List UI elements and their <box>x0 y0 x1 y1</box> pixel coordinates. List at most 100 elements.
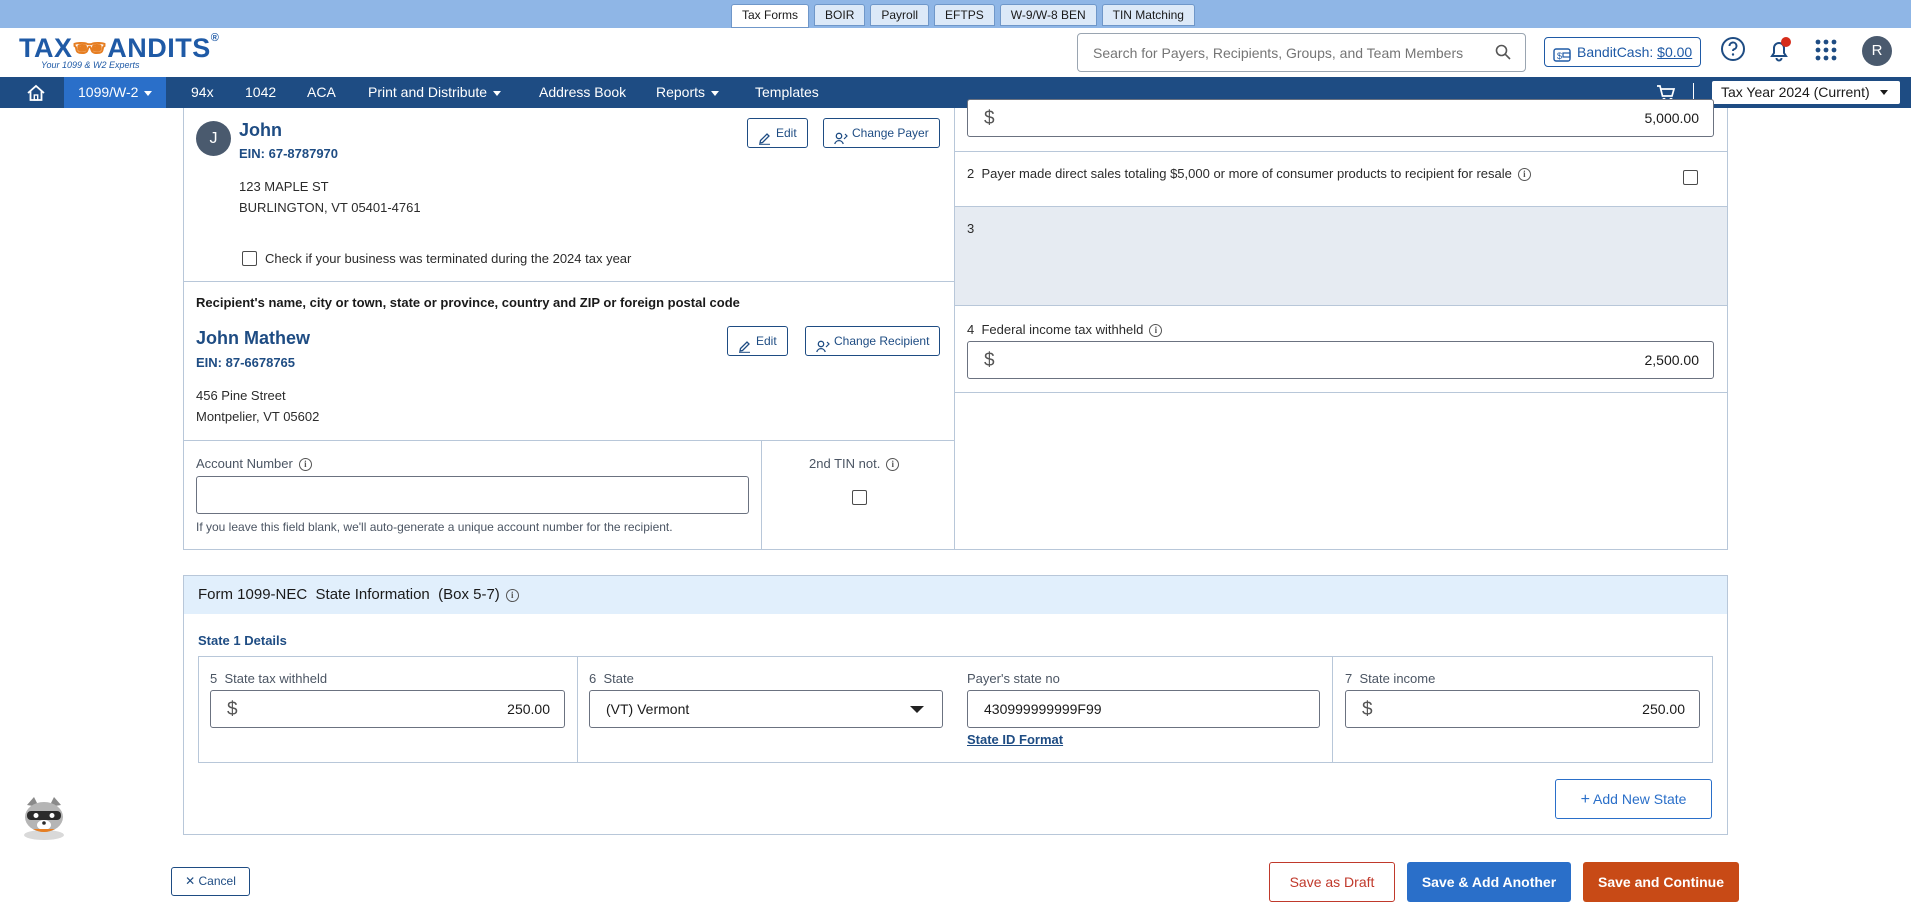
box7-number: 7 <box>1345 671 1353 686</box>
user-switch-icon <box>834 127 848 155</box>
box5-label: 5 State tax withheld <box>210 671 327 686</box>
business-terminated-checkbox[interactable] <box>242 251 257 266</box>
payer-name: John <box>239 120 282 140</box>
help-icon[interactable] <box>1720 36 1746 65</box>
tab-w9-w8ben[interactable]: W-9/W-8 BEN <box>999 4 1097 26</box>
nav-1099-w2-label: 1099/W-2 <box>78 84 139 100</box>
bandit-mascot-icon[interactable] <box>19 795 69 841</box>
payer-avatar: J <box>196 121 231 156</box>
box2-checkbox[interactable] <box>1683 170 1698 185</box>
divider <box>955 206 1727 207</box>
box4-label-text: Federal income tax withheld <box>981 322 1144 337</box>
product-tabs: Tax Forms BOIR Payroll EFTPS W-9/W-8 BEN… <box>731 4 1195 28</box>
edit-recipient-button[interactable]: Edit <box>727 326 788 356</box>
nav-94x[interactable]: 94x <box>191 77 214 108</box>
account-number-label-text: Account Number <box>196 456 293 471</box>
nav-1042[interactable]: 1042 <box>245 77 276 108</box>
state-tax-withheld-field[interactable]: $ 250.00 <box>210 690 565 728</box>
nav-address-book[interactable]: Address Book <box>539 77 626 108</box>
info-icon[interactable]: i <box>886 458 900 472</box>
apps-grid-icon[interactable] <box>1815 39 1837 64</box>
plus-icon: + <box>1580 791 1590 808</box>
business-terminated-label: Check if your business was terminated du… <box>265 251 632 266</box>
currency-symbol: $ <box>227 699 238 720</box>
info-icon[interactable]: i <box>298 458 312 472</box>
account-number-label: Account Number i <box>196 456 312 472</box>
nav-reports[interactable]: Reports <box>656 77 720 108</box>
home-icon[interactable] <box>26 84 46 102</box>
currency-symbol: $ <box>984 350 995 371</box>
divider <box>1332 656 1333 763</box>
info-icon[interactable]: i <box>1517 168 1531 182</box>
box2-number: 2 <box>967 166 975 181</box>
taxbandits-logo[interactable]: TAX🕶ANDITS® Your 1099 & W2 Experts <box>19 32 219 70</box>
info-icon[interactable]: i <box>1149 324 1163 338</box>
account-number-hint: If you leave this field blank, we'll aut… <box>196 520 673 534</box>
divider <box>183 440 954 441</box>
state-select[interactable]: (VT) Vermont <box>589 690 943 728</box>
currency-symbol: $ <box>1362 699 1373 720</box>
nav-1099-w2[interactable]: 1099/W-2 <box>64 77 167 108</box>
payer-address-line1: 123 MAPLE ST <box>239 179 329 194</box>
notification-bell-icon[interactable] <box>1765 36 1793 67</box>
recipient-name: John Mathew <box>196 328 311 348</box>
edit-payer-label: Edit <box>776 126 797 140</box>
bandit-cash-button[interactable]: $ BanditCash: $0.00 <box>1544 37 1701 67</box>
cancel-label: Cancel <box>198 874 236 888</box>
info-icon[interactable]: i <box>505 588 519 602</box>
tab-boir[interactable]: BOIR <box>814 4 866 26</box>
divider <box>955 305 1727 306</box>
tab-payroll[interactable]: Payroll <box>870 4 930 26</box>
state-id-format-link[interactable]: State ID Format <box>967 732 1063 747</box>
state-income-field[interactable]: $ 250.00 <box>1345 690 1700 728</box>
chevron-down-icon <box>493 90 502 96</box>
nav-print-distribute[interactable]: Print and Distribute <box>368 77 502 108</box>
panel-divider <box>954 108 955 550</box>
box4-amount-field[interactable]: $ 2,500.00 <box>967 341 1714 379</box>
app-header: TAX🕶ANDITS® Your 1099 & W2 Experts $ Ban… <box>0 28 1911 77</box>
search-icon[interactable] <box>1495 44 1511 63</box>
add-new-state-button[interactable]: + Add New State <box>1555 779 1712 819</box>
save-continue-button[interactable]: Save and Continue <box>1583 862 1739 902</box>
payer-ein: EIN: 67-8787970 <box>239 146 339 161</box>
state-information-title: Form 1099-NEC State Information (Box 5-7… <box>198 586 519 603</box>
box2-label: 2 Payer made direct sales totaling $5,00… <box>967 166 1531 182</box>
nav-aca[interactable]: ACA <box>307 77 336 108</box>
nav-templates[interactable]: Templates <box>755 77 819 108</box>
nav-reports-label: Reports <box>656 84 706 100</box>
state-1-details-label: State 1 Details <box>198 633 287 648</box>
chevron-down-icon <box>144 90 153 96</box>
divider <box>577 656 578 763</box>
cancel-button[interactable]: ✕ Cancel <box>171 867 250 896</box>
box6-label: 6 State <box>589 671 634 686</box>
tax-year-value: Tax Year 2024 (Current) <box>1721 84 1870 100</box>
change-payer-label: Change Payer <box>852 126 929 140</box>
save-as-draft-button[interactable]: Save as Draft <box>1269 862 1395 902</box>
svg-text:$: $ <box>1557 51 1562 61</box>
payer-state-no-value: 430999999999F99 <box>984 701 1102 717</box>
change-recipient-button[interactable]: Change Recipient <box>805 326 941 356</box>
tab-eftps[interactable]: EFTPS <box>934 4 995 26</box>
search-input[interactable] <box>1078 34 1478 71</box>
divider <box>183 281 954 282</box>
chevron-down-icon <box>910 706 924 713</box>
save-add-another-button[interactable]: Save & Add Another <box>1407 862 1571 902</box>
user-avatar[interactable]: R <box>1862 36 1892 66</box>
change-recipient-label: Change Recipient <box>834 334 930 348</box>
state-information-title-text: Form 1099-NEC State Information (Box 5-7… <box>198 586 500 603</box>
box1-value: 5,000.00 <box>1644 110 1700 126</box>
box6-number: 6 <box>589 671 597 686</box>
change-payer-button[interactable]: Change Payer <box>823 118 940 148</box>
box3-shaded-area <box>955 206 1727 305</box>
tax-year-select[interactable]: Tax Year 2024 (Current) <box>1712 81 1900 104</box>
payer-state-no-input[interactable]: 430999999999F99 <box>967 690 1320 728</box>
second-tin-label-text: 2nd TIN not. <box>809 456 881 471</box>
box1-amount-field[interactable]: $ 5,000.00 <box>967 99 1714 137</box>
account-number-input[interactable] <box>196 476 749 514</box>
second-tin-checkbox[interactable] <box>852 490 867 505</box>
tab-tax-forms[interactable]: Tax Forms <box>731 4 810 28</box>
edit-payer-button[interactable]: Edit <box>747 118 808 148</box>
recipient-heading: Recipient's name, city or town, state or… <box>196 295 740 310</box>
tab-tin-matching[interactable]: TIN Matching <box>1101 4 1195 26</box>
payer-address-line2: BURLINGTON, VT 05401-4761 <box>239 200 421 215</box>
